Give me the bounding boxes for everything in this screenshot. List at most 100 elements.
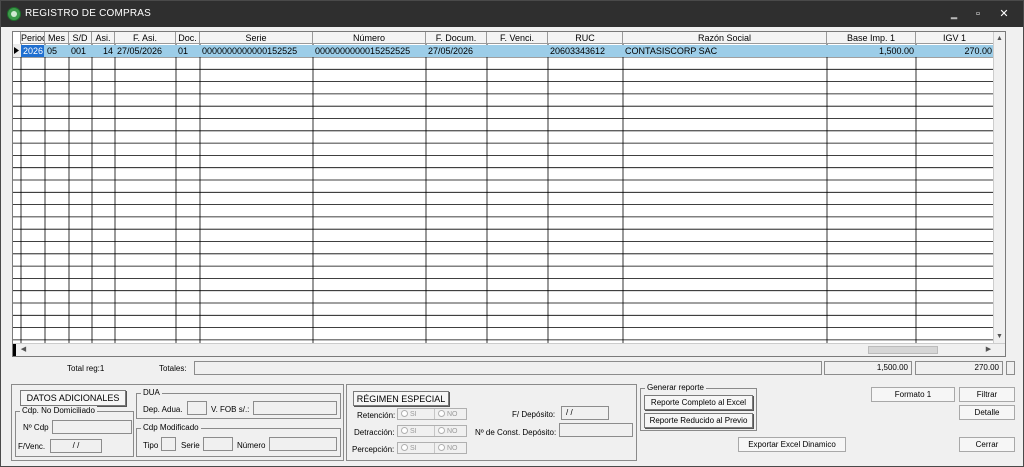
igv-total-box: 270.00 bbox=[915, 361, 1003, 375]
filtrar-button[interactable]: Filtrar bbox=[959, 387, 1015, 402]
numero-input[interactable] bbox=[269, 437, 337, 451]
fdeposito-label: F/ Depósito: bbox=[512, 410, 556, 419]
serie-input[interactable] bbox=[203, 437, 233, 451]
cell-mes[interactable]: 05 bbox=[45, 45, 69, 57]
column-header-fasi[interactable]: F. Asi. bbox=[115, 32, 176, 44]
fvenc-label: F/Venc. bbox=[18, 442, 46, 451]
column-header-igv[interactable]: IGV 1 bbox=[916, 32, 994, 44]
app-icon bbox=[7, 7, 21, 21]
scroll-thumb[interactable] bbox=[868, 346, 938, 354]
total-reg-label: Total reg:1 bbox=[67, 364, 105, 373]
datos-adicionales-panel: DATOS ADICIONALES Cdp. No Domiciliado Nº… bbox=[11, 384, 344, 461]
column-header-asi[interactable]: Asi. bbox=[92, 32, 115, 44]
no-domiciliado-legend: Cdp. No Domiciliado bbox=[20, 406, 97, 415]
column-header-sd[interactable]: S/D bbox=[69, 32, 92, 44]
grid-lines bbox=[13, 32, 995, 344]
registro-compras-window: REGISTRO DE COMPRAS ‗ ▫ ✕ Period Mes S/D As… bbox=[0, 0, 1024, 467]
cell-asi[interactable]: 14 bbox=[92, 45, 115, 57]
horizontal-scrollbar[interactable]: ◀ ▶ bbox=[13, 343, 1005, 356]
percepcion-radio-group[interactable]: SI NO bbox=[397, 442, 467, 454]
column-header-mes[interactable]: Mes bbox=[45, 32, 69, 44]
cell-fasi[interactable]: 27/05/2026 bbox=[115, 45, 176, 57]
scroll-left-icon[interactable]: ◀ bbox=[18, 344, 29, 355]
minimize-button[interactable]: ‗ bbox=[943, 6, 965, 22]
retencion-no-radio-icon[interactable] bbox=[438, 410, 445, 417]
cerrar-button[interactable]: Cerrar bbox=[959, 437, 1015, 452]
column-header-ruc[interactable]: RUC bbox=[548, 32, 623, 44]
generar-reporte-legend: Generar reporte bbox=[645, 383, 706, 392]
scroll-right-icon[interactable]: ▶ bbox=[983, 344, 994, 355]
cell-igv[interactable]: 270.00 bbox=[916, 45, 994, 57]
tipo-input[interactable] bbox=[161, 437, 176, 451]
vfob-input[interactable] bbox=[253, 401, 337, 415]
no-domiciliado-group: Cdp. No Domiciliado Nº Cdp F/Venc. / / bbox=[15, 406, 134, 457]
totals-bar: Total reg:1 Totales: 1,500.00 270.00 bbox=[12, 359, 1016, 377]
reporte-completo-button[interactable]: Reporte Completo al Excel bbox=[644, 395, 753, 410]
exportar-excel-button[interactable]: Exportar Excel Dinamico bbox=[738, 437, 846, 452]
cell-razon[interactable]: CONTASISCORP SAC bbox=[623, 45, 827, 57]
datos-adicionales-button[interactable]: DATOS ADICIONALES bbox=[20, 390, 126, 406]
percepcion-si-radio-icon[interactable] bbox=[401, 444, 408, 451]
scroll-up-icon[interactable]: ▲ bbox=[994, 33, 1005, 44]
cell-sd[interactable]: 001 bbox=[69, 45, 92, 57]
compras-grid[interactable]: Period Mes S/D Asi. F. Asi. Doc. Serie Número F.… bbox=[12, 31, 1006, 357]
n-cdp-label: Nº Cdp bbox=[23, 423, 49, 432]
column-header-fdocum[interactable]: F. Docum. bbox=[426, 32, 487, 44]
regimen-especial-button[interactable]: RÉGIMEN ESPECIAL bbox=[353, 391, 449, 406]
formato-button[interactable]: Formato 1 bbox=[871, 387, 955, 402]
cell-numero[interactable]: 0000000000015252525 bbox=[313, 45, 426, 57]
cell-periodo[interactable]: 2026 bbox=[21, 45, 44, 57]
vertical-scrollbar[interactable]: ▲ ▼ bbox=[993, 32, 1005, 344]
current-row-arrow-icon bbox=[14, 47, 19, 54]
retencion-label: Retención: bbox=[357, 411, 396, 420]
cell-base[interactable]: 1,500.00 bbox=[827, 45, 916, 57]
fvenc-input[interactable]: / / bbox=[50, 439, 102, 453]
cell-ruc[interactable]: 20603343612 bbox=[548, 45, 623, 57]
detraccion-no-radio-icon[interactable] bbox=[438, 427, 445, 434]
dep-adua-label: Dep. Adua. bbox=[143, 405, 183, 414]
vfob-label: V. FOB s/.: bbox=[211, 405, 250, 414]
fdeposito-input[interactable]: / / bbox=[561, 406, 609, 420]
cdp-modificado-group: Cdp Modificado Tipo Serie Número bbox=[136, 423, 341, 457]
reporte-reducido-button[interactable]: Reporte Reducido al Previo bbox=[644, 413, 753, 428]
serie-label: Serie bbox=[181, 441, 200, 450]
cell-doc[interactable]: 01 bbox=[176, 45, 200, 57]
close-window-button[interactable]: ✕ bbox=[993, 6, 1015, 22]
n-cdp-input[interactable] bbox=[52, 420, 132, 434]
detalle-button[interactable]: Detalle bbox=[959, 405, 1015, 420]
regimen-especial-panel: RÉGIMEN ESPECIAL Retención: SI NO Detrac… bbox=[346, 384, 637, 461]
title-bar: REGISTRO DE COMPRAS ‗ ▫ ✕ bbox=[1, 1, 1023, 27]
tipo-label: Tipo bbox=[143, 441, 159, 450]
totales-label: Totales: bbox=[159, 364, 187, 373]
detraccion-radio-group[interactable]: SI NO bbox=[397, 425, 467, 437]
dua-group: DUA Dep. Adua. V. FOB s/.: bbox=[136, 388, 341, 419]
column-header-serie[interactable]: Serie bbox=[200, 32, 313, 44]
cell-serie[interactable]: 0000000000000152525 bbox=[200, 45, 313, 57]
totals-spacer-box bbox=[194, 361, 822, 375]
column-header-razon[interactable]: Razón Social bbox=[623, 32, 827, 44]
retencion-radio-group[interactable]: SI NO bbox=[397, 408, 467, 420]
retencion-si-radio-icon[interactable] bbox=[401, 410, 408, 417]
column-header-numero[interactable]: Número bbox=[313, 32, 426, 44]
restore-button[interactable]: ▫ bbox=[967, 6, 989, 22]
base-total-box: 1,500.00 bbox=[824, 361, 912, 375]
detraccion-label: Detracción: bbox=[354, 428, 395, 437]
dua-legend: DUA bbox=[141, 388, 162, 397]
column-header-doc[interactable]: Doc. bbox=[176, 32, 200, 44]
cell-fvenci[interactable] bbox=[487, 45, 548, 57]
percepcion-no-radio-icon[interactable] bbox=[438, 444, 445, 451]
scroll-down-icon[interactable]: ▼ bbox=[994, 331, 1005, 342]
cdp-modificado-legend: Cdp Modificado bbox=[141, 423, 201, 432]
detraccion-si-radio-icon[interactable] bbox=[401, 427, 408, 434]
dep-adua-input[interactable] bbox=[187, 401, 207, 415]
column-header-periodo[interactable]: Period bbox=[21, 32, 45, 44]
cell-fdocum[interactable]: 27/05/2026 bbox=[426, 45, 487, 57]
column-header-fvenci[interactable]: F. Venci. bbox=[487, 32, 548, 44]
row-selector[interactable] bbox=[13, 44, 21, 57]
totals-end-box bbox=[1006, 361, 1015, 375]
generar-reporte-group: Generar reporte Reporte Completo al Exce… bbox=[640, 383, 757, 431]
nconst-label: Nº de Const. Depósito: bbox=[475, 428, 557, 437]
column-header-base[interactable]: Base Imp. 1 bbox=[827, 32, 916, 44]
scroll-start-marker bbox=[13, 344, 16, 356]
nconst-input[interactable] bbox=[559, 423, 633, 437]
